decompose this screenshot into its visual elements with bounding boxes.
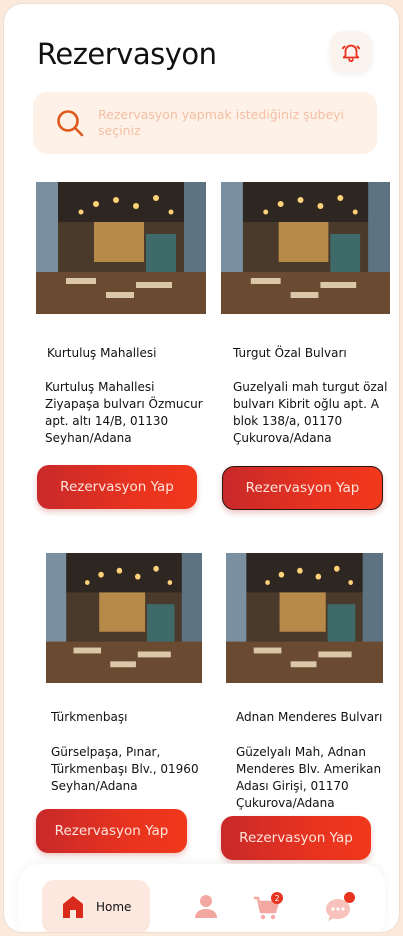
tab-cart[interactable]: 2 bbox=[252, 892, 286, 922]
branch-address: Kurtuluş Mahallesi Ziyapaşa bulvarı Özmu… bbox=[45, 380, 203, 445]
restaurant-photo bbox=[221, 182, 390, 314]
home-icon bbox=[63, 896, 83, 918]
search-placeholder: Rezervasyon yapmak istediğiniz şubeyi se… bbox=[98, 107, 345, 138]
bell-icon bbox=[341, 44, 361, 63]
cart-count-badge: 2 bbox=[271, 892, 283, 904]
branch-title: Adnan Menderes Bulvarı bbox=[236, 710, 383, 724]
reserve-button[interactable]: Rezervasyon Yap bbox=[36, 809, 187, 853]
reserve-button[interactable]: Rezervasyon Yap bbox=[222, 466, 383, 510]
search-input[interactable]: Rezervasyon yapmak istediğiniz şubeyi se… bbox=[33, 92, 377, 154]
branch-address: Guzelyali mah turgut özal bulvarı Kibrit… bbox=[233, 380, 388, 445]
tab-home[interactable]: Home bbox=[42, 880, 150, 932]
profile-icon[interactable] bbox=[192, 892, 220, 920]
branch-address: Güzelyalı Mah, Adnan Menderes Blv. Ameri… bbox=[236, 745, 382, 810]
tab-chat[interactable] bbox=[324, 892, 358, 922]
app-screen: Rezervasyon Rezervasyon yapmak istediğin… bbox=[4, 4, 399, 932]
branch-title: Türkmenbaşı bbox=[51, 710, 128, 724]
bottom-tab-bar: Home 2 bbox=[18, 864, 385, 932]
branch-title: Kurtuluş Mahallesi bbox=[47, 346, 157, 360]
reserve-button[interactable]: Rezervasyon Yap bbox=[37, 465, 197, 509]
restaurant-photo bbox=[46, 553, 202, 683]
tab-home-label: Home bbox=[96, 900, 132, 914]
restaurant-photo bbox=[36, 182, 206, 314]
branch-address: Gürselpaşa, Pınar, Türkmenbaşı Blv., 019… bbox=[51, 745, 199, 793]
chat-notification-dot bbox=[344, 892, 355, 903]
branch-title: Turgut Özal Bulvarı bbox=[233, 346, 347, 360]
page-title: Rezervasyon bbox=[37, 37, 217, 71]
reserve-button[interactable]: Rezervasyon Yap bbox=[221, 816, 371, 860]
restaurant-photo bbox=[226, 553, 383, 683]
notifications-button[interactable] bbox=[330, 31, 372, 73]
search-icon bbox=[57, 110, 84, 137]
